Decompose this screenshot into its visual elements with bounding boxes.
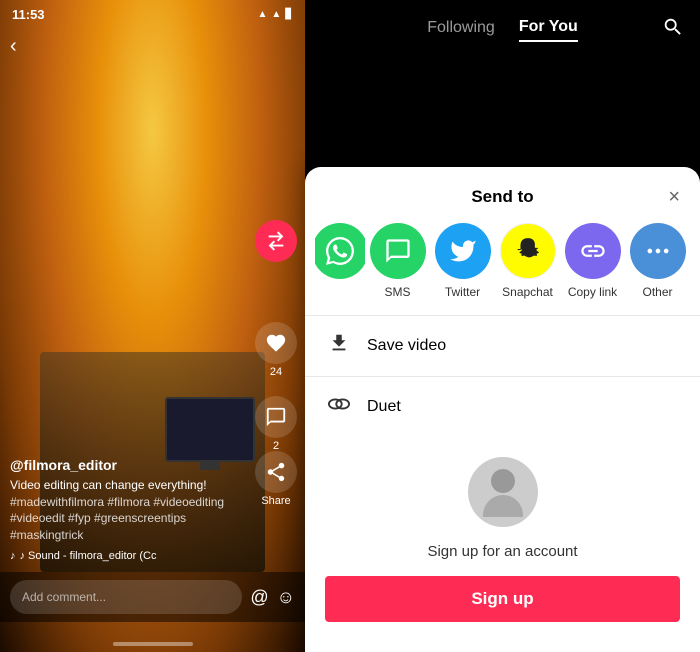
twitter-icon-bg [435,223,491,279]
video-info: @filmora_editor Video editing can change… [10,457,250,562]
emoji-icon[interactable]: ☺ [277,587,295,608]
share-row: SMS Twitter [305,223,700,315]
share-item-sms[interactable]: SMS [365,223,430,299]
share-item-other[interactable]: Other [625,223,690,299]
twitter-icon [449,237,477,265]
status-time: 11:53 [12,7,45,22]
copylink-label: Copy link [568,285,617,299]
share-icon-partial [315,223,365,279]
close-button[interactable]: × [668,186,680,209]
duet-icon-svg [328,393,350,415]
caption-text: Video editing can change everything! [10,478,207,492]
signal-icon: ▲ [271,9,281,20]
sms-label: SMS [384,285,410,299]
like-button[interactable]: 24 [255,322,297,378]
like-count: 24 [270,366,282,378]
action-buttons: 24 2 [255,322,297,452]
save-video-row[interactable]: Save video [305,316,700,376]
wifi-icon: ▲ [257,9,267,20]
share-item-twitter[interactable]: Twitter [430,223,495,299]
share-label: Share [261,495,290,507]
duet-label: Duet [367,398,401,416]
duet-row[interactable]: Duet [305,377,700,437]
black-content: Send to × [305,60,700,652]
share-item-copylink[interactable]: Copy link [560,223,625,299]
search-icon [662,16,684,38]
comment-icon [265,406,287,428]
status-bar: 11:53 ▲ ▲ ▊ [0,0,305,28]
video-sound: ♪ ♪ Sound - filmora_editor (Cc [10,550,250,562]
video-caption: Video editing can change everything! #ma… [10,477,250,544]
share-icon-circle [255,451,297,493]
home-indicator [113,642,193,646]
duet-icon [325,393,353,421]
phone-panel: 11:53 ▲ ▲ ▊ ‹ 24 [0,0,305,652]
comment-bar: Add comment... @ ☺ [0,572,305,622]
signup-section: Sign up for an account Sign up [305,437,700,652]
nav-tabs: Following For You [427,18,578,42]
sheet-title: Send to [471,187,533,207]
remix-button[interactable] [255,220,297,262]
comment-placeholder: Add comment... [22,590,106,604]
signup-button[interactable]: Sign up [325,576,680,622]
other-label: Other [642,285,672,299]
sound-text: ♪ Sound - filmora_editor (Cc [20,550,157,562]
remix-icon [265,230,287,252]
top-nav: Following For You [305,0,700,60]
back-button[interactable]: ‹ [10,35,17,58]
share-area[interactable]: Share [255,451,297,507]
signup-text: Sign up for an account [427,543,577,560]
more-icon [644,237,672,265]
snapchat-label: Snapchat [502,285,553,299]
avatar-placeholder [468,457,538,527]
search-button[interactable] [662,16,684,44]
comment-button[interactable]: 2 [255,396,297,452]
snapchat-icon-bg [500,223,556,279]
like-icon-circle [255,322,297,364]
save-video-icon [325,332,353,360]
comment-icons: @ ☺ [250,587,295,608]
right-panel: Following For You Send to × [305,0,700,652]
heart-icon [265,332,287,354]
save-video-label: Save video [367,337,446,355]
copylink-icon-bg [565,223,621,279]
comment-input[interactable]: Add comment... [10,580,242,614]
other-icon-bg [630,223,686,279]
share-item-partial[interactable] [315,223,365,299]
music-note: ♪ [10,550,16,562]
link-icon [579,237,607,265]
tab-following[interactable]: Following [427,19,495,41]
comment-icon-circle [255,396,297,438]
battery-icon: ▊ [285,9,293,20]
twitter-label: Twitter [445,285,480,299]
download-icon [328,332,350,354]
monitor-display [165,397,255,462]
tab-foryou[interactable]: For You [519,18,578,42]
bottom-sheet: Send to × [305,167,700,652]
whatsapp-icon [326,237,354,265]
sms-icon-bg [370,223,426,279]
status-icons: ▲ ▲ ▊ [257,9,293,20]
share-item-snapchat[interactable]: Snapchat [495,223,560,299]
sms-icon [384,237,412,265]
mention-icon[interactable]: @ [250,587,268,608]
share-icon [265,461,287,483]
hashtags: #madewithfilmora #filmora #videoediting … [10,495,224,543]
sheet-header: Send to × [305,187,700,223]
video-username: @filmora_editor [10,457,250,473]
snapchat-icon [514,237,542,265]
